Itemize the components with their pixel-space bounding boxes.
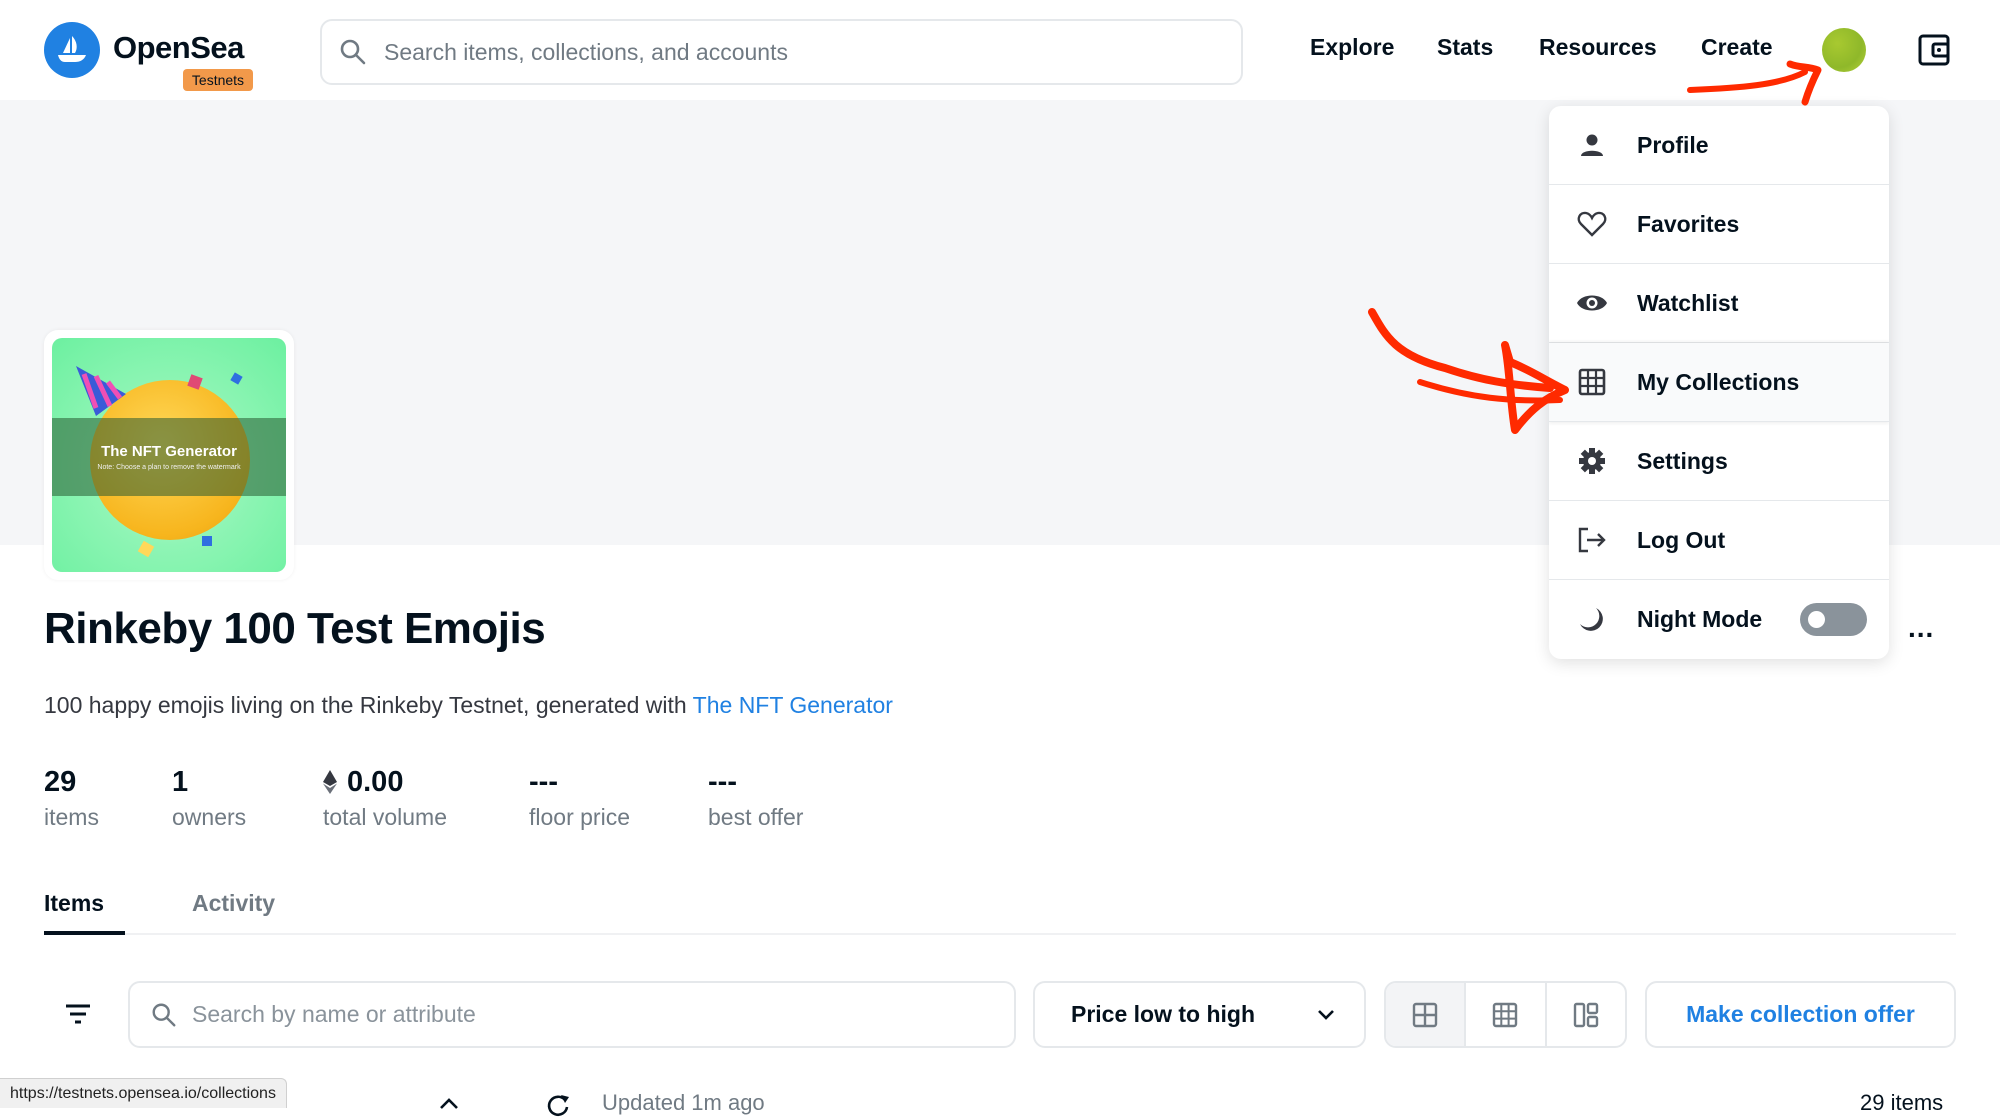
opensea-logo[interactable]: [44, 22, 100, 78]
chevron-down-icon: [1318, 1009, 1334, 1020]
menu-item-my-collections[interactable]: My Collections: [1549, 343, 1889, 422]
watermark-band: The NFT Generator Note: Choose a plan to…: [52, 418, 286, 496]
brand-name[interactable]: OpenSea: [113, 30, 244, 66]
wallet-icon[interactable]: [1917, 33, 1951, 67]
global-search-input[interactable]: Search items, collections, and accounts: [320, 19, 1243, 85]
small-grid-icon: [1493, 1002, 1518, 1027]
heart-icon: [1575, 207, 1609, 241]
more-options-button[interactable]: ...: [1908, 614, 1934, 642]
grid-icon: [1575, 365, 1609, 399]
gear-icon: [1575, 444, 1609, 478]
stat-label: items: [44, 804, 99, 830]
account-dropdown-menu: Profile Favorites Watchlist My Collectio…: [1549, 106, 1889, 659]
stat-label: best offer: [708, 804, 804, 830]
browser-status-url: https://testnets.opensea.io/collections: [0, 1078, 287, 1108]
menu-item-settings[interactable]: Settings: [1549, 422, 1889, 501]
search-icon: [152, 1003, 176, 1026]
sort-selected: Price low to high: [1071, 1001, 1256, 1027]
stat-floor-price[interactable]: --- floor price: [529, 764, 630, 831]
stat-value: 29: [44, 765, 77, 798]
refresh-icon[interactable]: [545, 1093, 571, 1119]
active-tab-indicator: [44, 931, 125, 935]
large-grid-icon: [1412, 1002, 1438, 1027]
search-placeholder: Search by name or attribute: [192, 1001, 476, 1027]
eye-icon: [1575, 286, 1609, 320]
menu-item-label: Night Mode: [1637, 606, 1763, 632]
description-text: 100 happy emojis living on the Rinkeby T…: [44, 692, 693, 718]
testnets-badge: Testnets: [183, 69, 253, 91]
night-mode-toggle[interactable]: [1800, 603, 1867, 636]
party-hat-icon: [76, 366, 126, 416]
search-icon: [340, 39, 366, 65]
eth-icon: [323, 770, 337, 794]
view-mosaic-button[interactable]: [1547, 983, 1625, 1046]
confetti: [230, 372, 243, 385]
collection-tabs: Items Activity: [44, 880, 1956, 935]
stat-value: 1: [172, 765, 189, 798]
stat-value-row: 0.00: [323, 764, 447, 800]
stat-value: ---: [529, 765, 558, 798]
view-mode-toggle: [1384, 981, 1627, 1048]
view-large-grid-button[interactable]: [1386, 983, 1467, 1046]
confetti: [202, 536, 212, 546]
person-icon: [1575, 128, 1609, 162]
nav-explore[interactable]: Explore: [1310, 34, 1394, 61]
menu-item-night-mode[interactable]: Night Mode: [1549, 580, 1889, 659]
tab-items[interactable]: Items: [44, 890, 104, 917]
stat-label: owners: [172, 804, 247, 830]
stat-label: total volume: [323, 804, 448, 830]
account-avatar[interactable]: [1822, 28, 1866, 72]
menu-item-favorites[interactable]: Favorites: [1549, 185, 1889, 264]
stat-best-offer[interactable]: --- best offer: [708, 764, 803, 831]
stat-items[interactable]: 29 items: [44, 764, 99, 831]
nav-stats[interactable]: Stats: [1437, 34, 1493, 61]
updated-timestamp: Updated 1m ago: [602, 1090, 765, 1115]
menu-item-label: Log Out: [1637, 526, 1726, 553]
menu-item-label: My Collections: [1637, 368, 1800, 395]
watermark-title: The NFT Generator: [101, 443, 237, 460]
tab-activity[interactable]: Activity: [192, 890, 275, 917]
menu-item-label: Watchlist: [1637, 289, 1739, 316]
watermark-note: Note: Choose a plan to remove the waterm…: [97, 464, 241, 471]
menu-item-watchlist[interactable]: Watchlist: [1549, 264, 1889, 343]
view-small-grid-button[interactable]: [1466, 983, 1547, 1046]
menu-item-label: Profile: [1637, 131, 1709, 158]
nav-create[interactable]: Create: [1701, 34, 1773, 61]
sort-dropdown[interactable]: Price low to high: [1033, 981, 1366, 1048]
collection-description: 100 happy emojis living on the Rinkeby T…: [44, 692, 893, 719]
moon-icon: [1575, 603, 1609, 637]
items-count: 29 items: [1860, 1090, 1944, 1115]
top-header: OpenSea Testnets Search items, collectio…: [0, 0, 2000, 100]
logout-icon: [1575, 523, 1609, 557]
collection-title: Rinkeby 100 Test Emojis: [44, 604, 546, 653]
stat-value: ---: [708, 765, 737, 798]
stat-label: floor price: [529, 804, 630, 830]
mosaic-icon: [1573, 1002, 1599, 1027]
stat-value: 0.00: [347, 765, 404, 798]
confetti: [137, 540, 155, 558]
menu-item-label: Favorites: [1637, 210, 1740, 237]
nav-resources[interactable]: Resources: [1539, 34, 1657, 61]
stat-owners[interactable]: 1 owners: [172, 764, 246, 831]
ship-icon: [58, 36, 86, 62]
search-placeholder: Search items, collections, and accounts: [384, 38, 788, 65]
menu-item-label: Settings: [1637, 447, 1728, 474]
menu-item-log-out[interactable]: Log Out: [1549, 501, 1889, 580]
menu-item-profile[interactable]: Profile: [1549, 106, 1889, 185]
stat-total-volume[interactable]: 0.00 total volume: [323, 764, 447, 831]
item-search-input[interactable]: Search by name or attribute: [128, 981, 1016, 1048]
make-collection-offer-button[interactable]: Make collection offer: [1645, 981, 1956, 1048]
collection-image: The NFT Generator Note: Choose a plan to…: [44, 330, 294, 580]
nft-generator-link[interactable]: The NFT Generator: [693, 692, 893, 718]
filter-icon[interactable]: [60, 1000, 96, 1030]
